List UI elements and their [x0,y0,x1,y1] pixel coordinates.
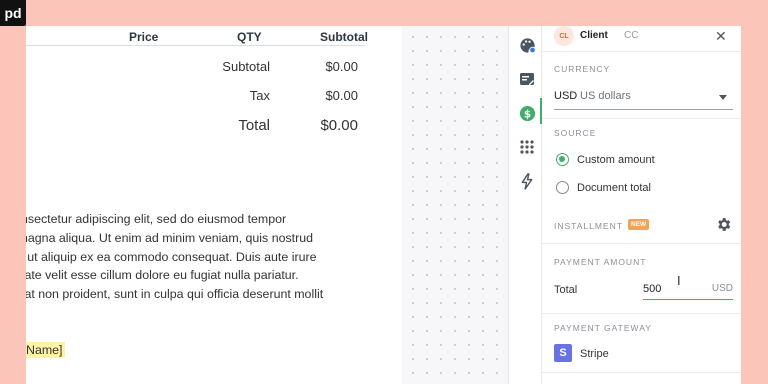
payment-gateway-title: PAYMENT GATEWAY [554,323,652,333]
source-title: SOURCE [554,128,597,138]
app-logo: pd [0,0,26,26]
currency-code: USD [554,90,578,102]
paragraph-line: tate velit esse cillum dolore eu fugiat … [26,268,299,283]
column-header-qty: QTY [237,30,262,44]
gateway-name[interactable]: Stripe [580,348,609,360]
paragraph-line: tat non proident, sunt in culpa qui offi… [26,287,324,302]
divider [542,313,741,314]
payment-amount-title: PAYMENT AMOUNT [554,257,647,267]
column-header-subtotal: Subtotal [320,30,368,44]
paragraph-line: nagna aliqua. Ut enim ad minim veniam, q… [26,230,314,245]
client-selector[interactable]: CL Client CC [554,26,734,46]
totals-value: $0.00 [325,59,358,74]
divider [542,118,741,119]
paragraph-line: i ut aliquip ex ea commodo consequat. Du… [26,249,317,264]
form-icon[interactable] [518,70,536,88]
client-name: Client [580,30,608,41]
divider [542,372,741,373]
currency-select[interactable]: USD US dollars [554,84,733,110]
paragraph-line: nsectetur adipiscing elit, sed do eiusmo… [26,212,287,226]
radio-label[interactable]: Custom amount [577,154,655,166]
client-code: CC [624,30,639,41]
totals-value: $0.00 [325,88,358,103]
pricing-table-header: Price QTY Subtotal [26,26,368,46]
totals-label: Tax [249,88,270,103]
page-background [741,26,768,384]
payment-settings-panel: CL Client CC ✕ CURRENCY USD US dollars S… [542,26,741,384]
radio-custom-amount[interactable] [556,153,569,166]
close-icon[interactable]: ✕ [715,28,727,45]
lightning-icon[interactable] [518,172,536,190]
column-header-price: Price [129,30,159,44]
document-page: Price QTY Subtotal Subtotal $0.00 Tax $0… [26,26,402,384]
amount-value: 500 [643,283,662,295]
chevron-down-icon [719,95,727,100]
body-paragraph[interactable]: nsectetur adipiscing elit, sed do eiusmo… [26,210,398,304]
new-badge: NEW [628,219,650,230]
stripe-logo-icon: S [554,344,572,362]
divider [542,243,741,244]
installment-title: INSTALLMENT [554,221,623,231]
payment-amount-input[interactable]: 500 USD [643,276,733,300]
variable-token[interactable]: Name] [26,342,65,358]
currency-name: US dollars [580,90,631,102]
amount-label: Total [554,284,578,296]
apps-grid-icon[interactable] [518,138,536,156]
svg-text:$: $ [523,108,530,120]
radio-document-total[interactable] [556,181,569,194]
totals-label: Subtotal [222,59,270,74]
palette-icon[interactable] [518,36,536,54]
canvas-background [402,26,508,384]
radio-label[interactable]: Document total [577,182,651,194]
avatar: CL [554,26,574,46]
side-toolbar: $ [508,26,543,384]
totals-label: Total [238,117,270,134]
totals-value: $0.00 [320,117,358,134]
amount-currency: USD [711,283,733,294]
currency-title: CURRENCY [554,64,611,74]
dollar-icon[interactable]: $ [518,104,536,122]
text-cursor-icon: Ι [677,273,681,288]
gear-icon[interactable] [715,216,732,238]
divider [542,51,741,52]
